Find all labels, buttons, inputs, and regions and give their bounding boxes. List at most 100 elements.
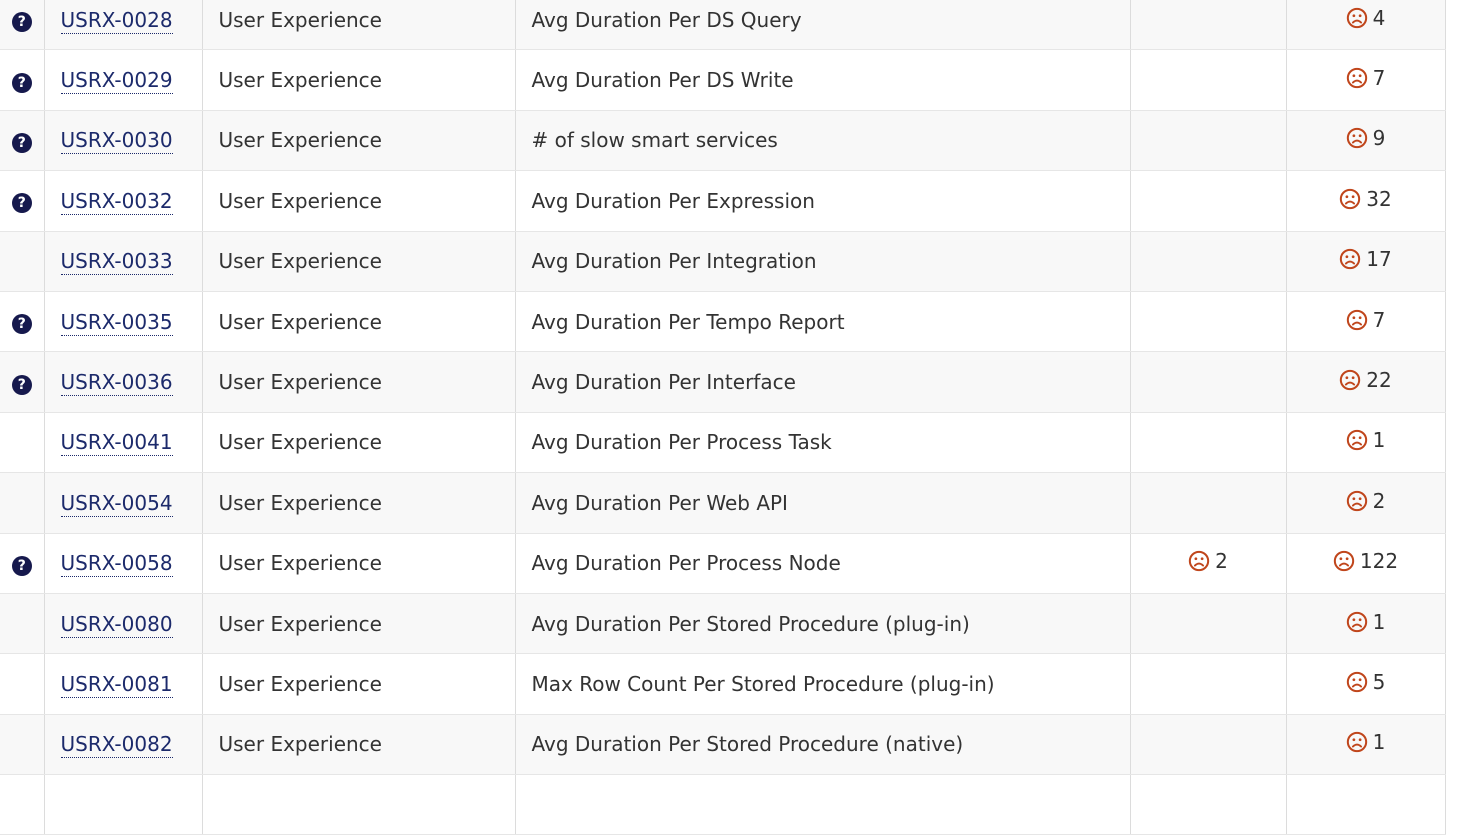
table-row — [0, 774, 1446, 835]
count-cell-2: 17 — [1286, 231, 1446, 292]
rule-name-cell: Avg Duration Per Stored Procedure (plug-… — [515, 593, 1131, 655]
count-cell-2: 2 — [1286, 472, 1446, 534]
help-cell: ? — [0, 533, 45, 594]
rule-id-cell: USRX-0035 — [44, 291, 203, 353]
help-cell: ? — [0, 351, 45, 413]
count-cell-1 — [1130, 412, 1287, 474]
table-row: ? USRX-0029 User Experience Avg Duration… — [0, 49, 1446, 111]
category-cell: User Experience — [202, 291, 516, 353]
category-text: User Experience — [218, 128, 382, 153]
category-cell — [202, 774, 516, 835]
rule-name-text: Avg Duration Per Web API — [531, 490, 788, 515]
rule-id-link[interactable]: USRX-0030 — [60, 128, 173, 155]
rule-id-cell: USRX-0030 — [44, 110, 203, 172]
rule-id-cell: USRX-0028 — [44, 0, 203, 51]
help-cell: ? — [0, 170, 45, 232]
count-cell-2 — [1286, 774, 1446, 835]
rule-id-cell: USRX-0032 — [44, 170, 203, 232]
rule-id-cell: USRX-0041 — [44, 412, 203, 474]
violation-count: 17 — [1339, 247, 1392, 272]
table-row: ? USRX-0030 User Experience # of slow sm… — [0, 110, 1446, 172]
count-cell-2: 4 — [1286, 0, 1446, 51]
rule-id-cell: USRX-0058 — [44, 533, 203, 594]
rule-name-text: Avg Duration Per Tempo Report — [531, 309, 845, 334]
rule-id-link[interactable]: USRX-0082 — [60, 732, 173, 759]
violation-count: 22 — [1339, 368, 1392, 393]
table-row: ? USRX-0036 User Experience Avg Duration… — [0, 351, 1446, 413]
rule-name-text: Avg Duration Per DS Write — [531, 68, 794, 93]
violation-count: 1 — [1346, 610, 1385, 634]
rule-id-link[interactable]: USRX-0028 — [60, 7, 173, 34]
rule-id-link[interactable]: USRX-0041 — [60, 430, 173, 457]
rule-id-link[interactable]: USRX-0029 — [60, 68, 173, 95]
rule-name-cell: Avg Duration Per Tempo Report — [515, 291, 1131, 353]
frown-icon — [1346, 732, 1367, 753]
rule-id-link[interactable]: USRX-0080 — [60, 611, 173, 638]
frown-icon — [1346, 611, 1367, 632]
rule-id-cell: USRX-0033 — [44, 231, 203, 292]
count-cell-1 — [1130, 110, 1287, 172]
rule-id-cell: USRX-0080 — [44, 593, 203, 655]
help-icon[interactable]: ? — [11, 374, 32, 395]
table-row: ? USRX-0058 User Experience Avg Duration… — [0, 533, 1446, 594]
rule-name-cell: Max Row Count Per Stored Procedure (plug… — [515, 653, 1131, 715]
count-cell-1 — [1130, 774, 1287, 835]
violation-count: 1 — [1346, 730, 1385, 754]
frown-icon — [1340, 188, 1361, 210]
rule-id-cell: USRX-0082 — [44, 714, 203, 776]
category-text: User Experience — [218, 490, 382, 515]
rule-id-link[interactable]: USRX-0081 — [60, 671, 173, 698]
rule-id-link[interactable]: USRX-0054 — [60, 490, 173, 517]
violation-count: 5 — [1346, 670, 1385, 694]
rule-name-cell: Avg Duration Per Expression — [515, 170, 1131, 232]
rule-name-cell — [515, 774, 1131, 835]
violation-count-value: 122 — [1359, 549, 1399, 574]
table-row: USRX-0082 User Experience Avg Duration P… — [0, 714, 1446, 776]
help-icon[interactable]: ? — [11, 72, 32, 93]
help-cell — [0, 593, 45, 655]
category-cell: User Experience — [202, 412, 516, 474]
help-icon[interactable]: ? — [11, 12, 32, 33]
count-cell-1 — [1130, 291, 1287, 353]
rule-id-cell: USRX-0036 — [44, 351, 203, 413]
rule-id-link[interactable]: USRX-0032 — [60, 188, 173, 215]
rule-id-link[interactable]: USRX-0033 — [60, 249, 173, 276]
category-text: User Experience — [218, 611, 382, 636]
violation-count: 7 — [1346, 308, 1385, 332]
frown-icon — [1340, 369, 1361, 391]
rule-name-text: Max Row Count Per Stored Procedure (plug… — [531, 671, 995, 696]
violation-count-value: 17 — [1366, 247, 1392, 272]
violation-count-value: 22 — [1366, 368, 1392, 393]
frown-icon — [1333, 551, 1355, 572]
rule-id-link[interactable]: USRX-0036 — [60, 370, 173, 397]
table-row: USRX-0054 User Experience Avg Duration P… — [0, 472, 1446, 534]
help-icon[interactable]: ? — [11, 314, 32, 335]
violation-count-value: 1 — [1372, 428, 1386, 453]
rule-name-cell: Avg Duration Per Integration — [515, 231, 1131, 292]
help-cell: ? — [0, 0, 45, 51]
count-cell-1 — [1130, 472, 1287, 534]
rule-name-cell: Avg Duration Per DS Write — [515, 49, 1131, 111]
table-row: ? USRX-0032 User Experience Avg Duration… — [0, 170, 1446, 232]
frown-icon — [1346, 430, 1367, 451]
rule-name-cell: Avg Duration Per DS Query — [515, 0, 1131, 51]
count-cell-1 — [1130, 593, 1287, 655]
violation-count-value: 9 — [1372, 126, 1386, 151]
rule-id-link[interactable]: USRX-0058 — [60, 551, 173, 578]
count-cell-2: 9 — [1286, 110, 1446, 172]
rule-id-link[interactable]: USRX-0035 — [60, 309, 173, 336]
rule-name-text: Avg Duration Per Stored Procedure (plug-… — [531, 611, 970, 636]
category-text: User Experience — [218, 671, 382, 696]
help-icon[interactable]: ? — [11, 132, 32, 153]
category-text: User Experience — [218, 732, 382, 757]
violation-count: 122 — [1333, 549, 1398, 573]
violation-count-value: 2 — [1372, 488, 1386, 513]
category-text: User Experience — [218, 370, 382, 395]
category-cell: User Experience — [202, 653, 516, 715]
rule-name-text: # of slow smart services — [531, 128, 778, 153]
help-icon[interactable]: ? — [11, 193, 32, 214]
help-icon[interactable]: ? — [11, 555, 32, 576]
rule-name-cell: Avg Duration Per Process Task — [515, 412, 1131, 474]
category-cell: User Experience — [202, 533, 516, 594]
table-row: USRX-0081 User Experience Max Row Count … — [0, 653, 1446, 715]
